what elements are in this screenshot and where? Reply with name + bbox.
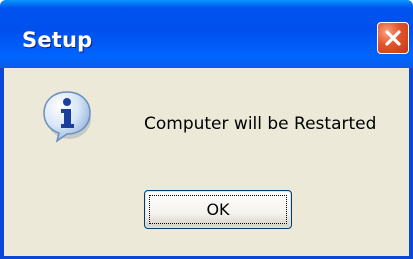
close-icon <box>385 30 401 46</box>
dialog-message: Computer will be Restarted <box>144 114 377 134</box>
ok-button[interactable]: OK <box>144 190 292 229</box>
window-title: Setup <box>22 28 93 52</box>
dialog-content: Computer will be Restarted OK <box>4 68 409 256</box>
information-icon <box>43 91 91 143</box>
close-button[interactable] <box>377 22 409 54</box>
ok-button-label: OK <box>206 200 230 219</box>
setup-dialog-window: Setup Computer will be Restarted OK <box>0 0 413 259</box>
title-bar[interactable]: Setup <box>0 0 413 68</box>
